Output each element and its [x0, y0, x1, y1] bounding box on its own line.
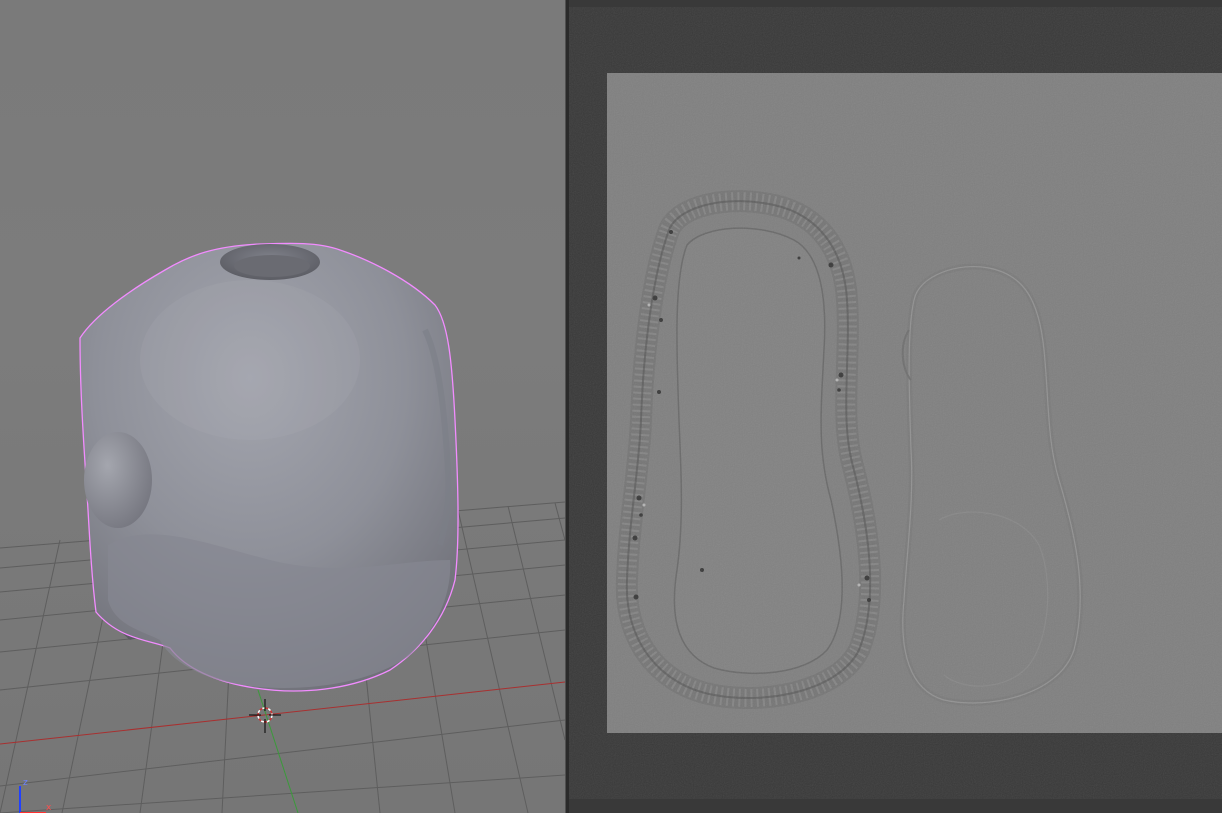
image-editor-canvas[interactable] — [569, 0, 1222, 813]
z-axis-label: z — [23, 778, 28, 788]
baked-texture-image[interactable] — [607, 73, 1222, 733]
side-bump — [84, 432, 152, 528]
x-axis-label: x — [46, 803, 52, 813]
image-editor[interactable] — [569, 0, 1222, 813]
mesh-object[interactable] — [79, 242, 459, 692]
blender-window: z x — [0, 0, 1222, 813]
axis-orientation-widget: z x — [12, 776, 52, 813]
3d-viewport[interactable]: z x — [0, 0, 565, 813]
viewport-canvas[interactable] — [0, 0, 565, 813]
